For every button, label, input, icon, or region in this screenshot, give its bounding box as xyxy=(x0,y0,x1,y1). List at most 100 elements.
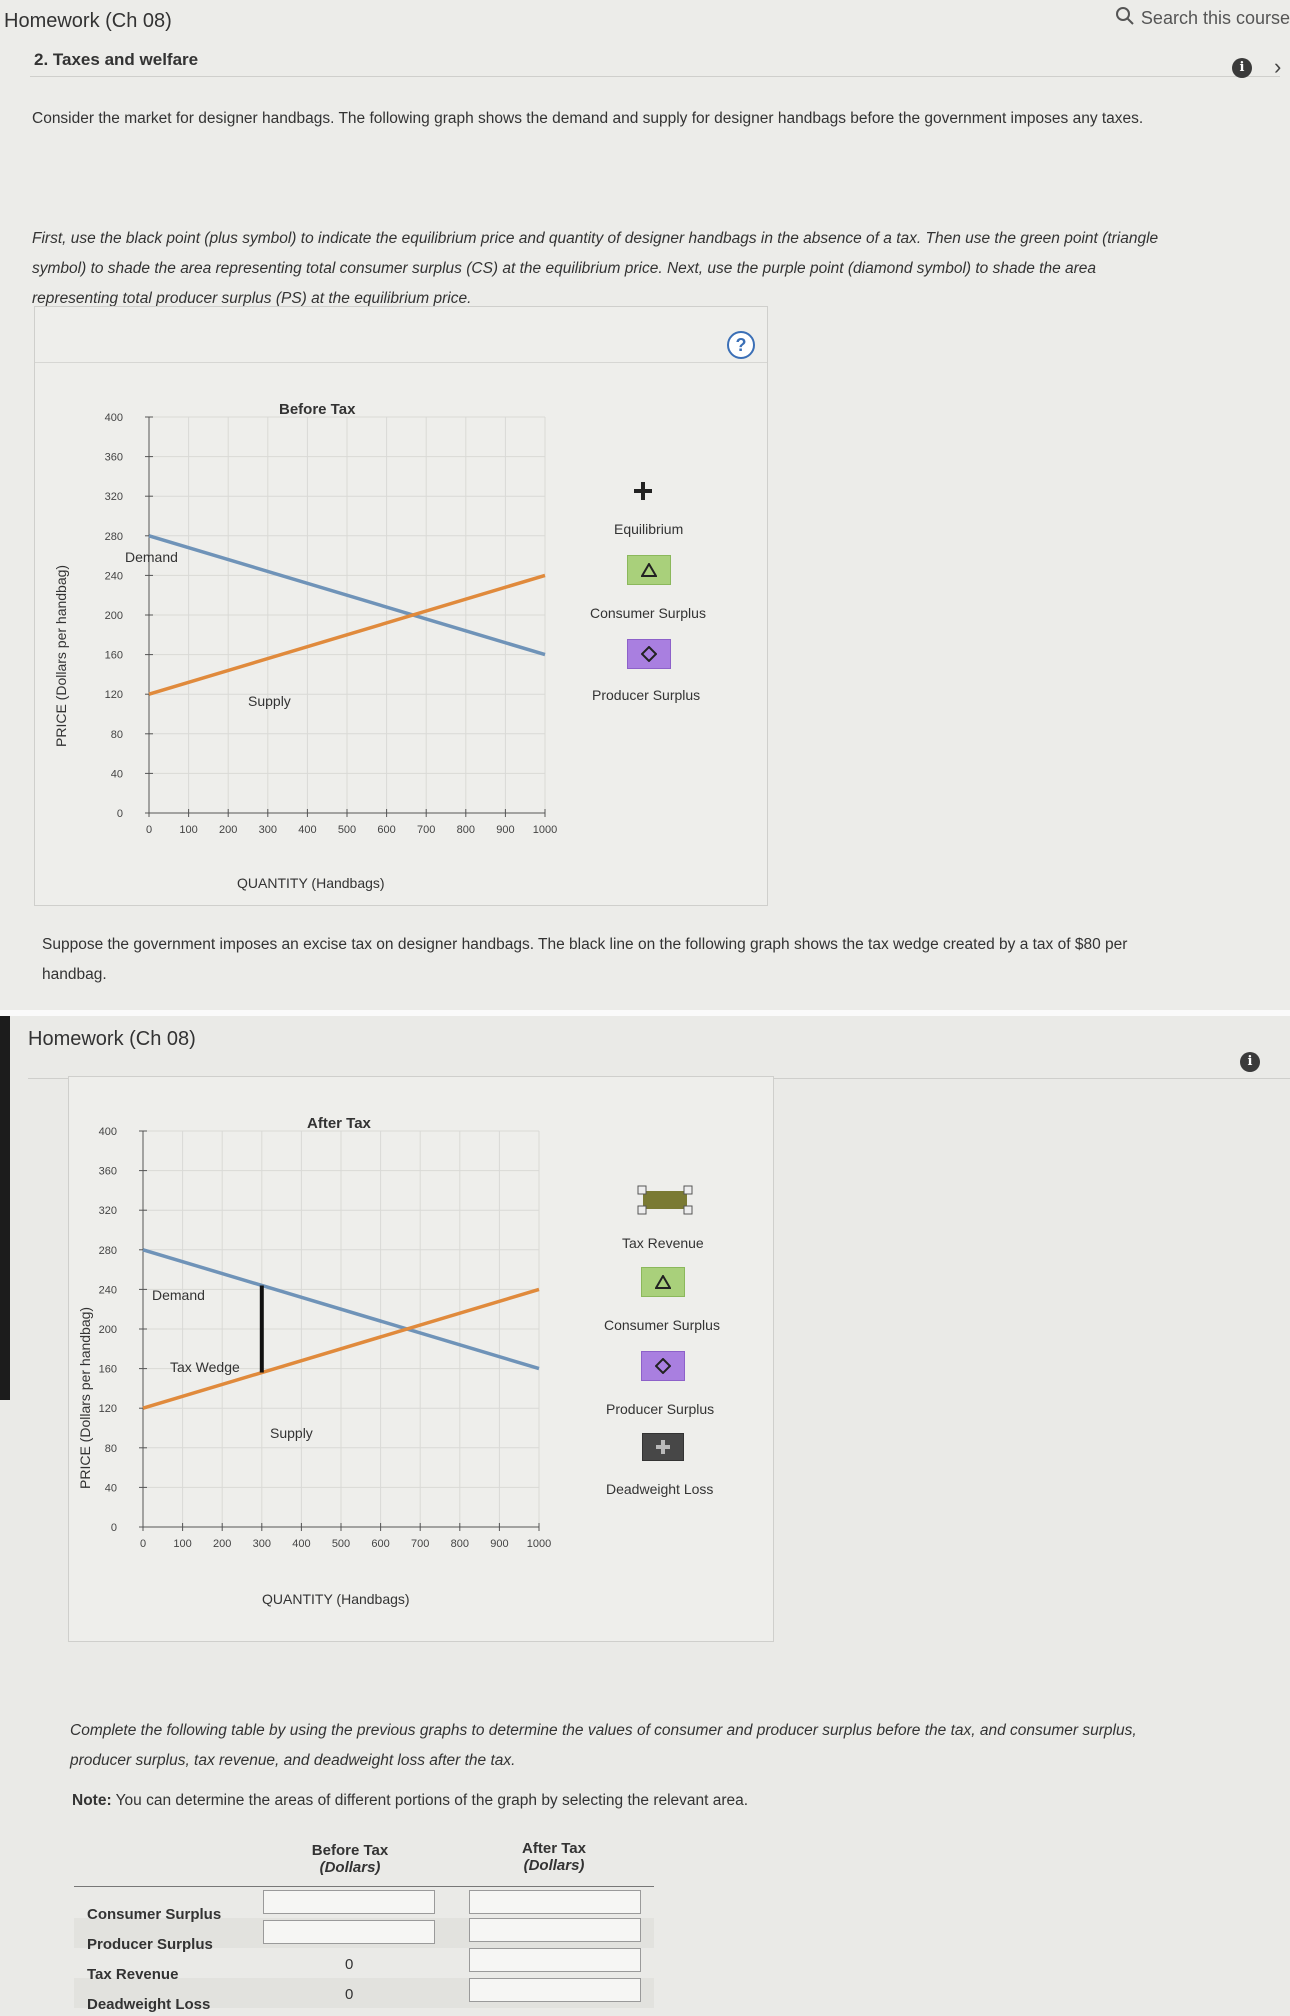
y-tick-label: 200 xyxy=(105,610,123,622)
y-tick-label: 40 xyxy=(105,1482,117,1494)
tax-paragraph: Suppose the government imposes an excise… xyxy=(42,936,1128,983)
ps-before-input[interactable] xyxy=(263,1920,435,1944)
help-icon[interactable]: ? xyxy=(727,331,755,359)
x-tick-label: 100 xyxy=(179,824,197,836)
demand-label-2: Demand xyxy=(152,1287,205,1303)
y-tick-label: 280 xyxy=(105,531,123,543)
y-tick-label: 160 xyxy=(105,650,123,662)
course-title-2: Homework (Ch 08) xyxy=(28,1028,196,1050)
producer-surplus-label: Producer Surplus xyxy=(592,687,701,703)
y-tick-label: 240 xyxy=(99,1284,117,1296)
x-tick-label: 600 xyxy=(371,1538,389,1550)
y-tick-label: 40 xyxy=(111,768,123,780)
y-tick-label: 280 xyxy=(99,1245,117,1257)
row-label-producer-surplus: Producer Surplus xyxy=(87,1936,213,1953)
col-header-before: Before Tax (Dollars) xyxy=(311,1842,389,1876)
intro-paragraph-1: Consider the market for designer handbag… xyxy=(32,110,1144,127)
table-instructions: Complete the following table by using th… xyxy=(70,1722,1137,1769)
chevron-right-icon[interactable]: › xyxy=(1274,54,1281,80)
deadweight-loss-label: Deadweight Loss xyxy=(606,1481,714,1497)
col-header-after: After Tax (Dollars) xyxy=(522,1840,586,1874)
question-title: 2. Taxes and welfare xyxy=(34,50,199,69)
rectangle-handle-icon[interactable] xyxy=(637,1185,693,1215)
x-tick-label: 300 xyxy=(253,1538,271,1550)
x-tick-label: 900 xyxy=(490,1538,508,1550)
row-label-consumer-surplus: Consumer Surplus xyxy=(87,1906,222,1923)
producer-surplus-tool[interactable] xyxy=(627,639,671,669)
x-tick-label: 1000 xyxy=(533,824,557,836)
after-tax-plot[interactable]: 0 100 200 300 400 500 600 700 800 900 1000 0 40 80 120… xyxy=(69,1121,569,1581)
diamond-icon xyxy=(641,646,657,662)
y-tick-label: 320 xyxy=(99,1205,117,1217)
consumer-surplus-tool[interactable] xyxy=(627,555,671,585)
info-icon[interactable]: i xyxy=(1232,58,1252,78)
x-tick-label: 800 xyxy=(451,1538,469,1550)
x-tick-label: 500 xyxy=(338,824,356,836)
search-icon xyxy=(1115,6,1135,31)
tax-revenue-label: Tax Revenue xyxy=(622,1235,704,1251)
deadweight-loss-tool[interactable] xyxy=(642,1433,684,1461)
graph-after-tax-box: After Tax PRICE (Dollars per handbag) QU… xyxy=(68,1076,774,1642)
y-tick-label: 200 xyxy=(99,1324,117,1336)
supply-label-2: Supply xyxy=(270,1425,313,1441)
x-tick-label: 0 xyxy=(140,1538,146,1550)
plus-icon[interactable] xyxy=(631,479,655,503)
x-tick-label: 1000 xyxy=(527,1538,551,1550)
y-tick-label: 0 xyxy=(111,1522,117,1534)
before-tax-plot[interactable]: 0 100 200 300 400 500 600 700 800 900 1000 0 40 80 120… xyxy=(65,407,565,867)
row-label-tax-revenue: Tax Revenue xyxy=(87,1966,179,1983)
info-icon-2[interactable]: i xyxy=(1240,1052,1260,1072)
intro-paragraph-2: First, use the black point (plus symbol)… xyxy=(32,230,1159,307)
x-tick-label: 400 xyxy=(298,824,316,836)
tax-revenue-after-input[interactable] xyxy=(469,1948,641,1972)
x-tick-label: 200 xyxy=(213,1538,231,1550)
supply-label: Supply xyxy=(248,693,291,709)
x-tick-label: 900 xyxy=(496,824,514,836)
y-tick-label: 360 xyxy=(99,1166,117,1178)
question-panel-bottom: Homework (Ch 08) i After Tax PRICE (Doll… xyxy=(0,1016,1290,2016)
x-tick-label: 500 xyxy=(332,1538,350,1550)
graph-toolbar xyxy=(35,307,767,363)
window-edge xyxy=(0,1016,10,1400)
search-placeholder: Search this course xyxy=(1140,8,1290,28)
tax-wedge-label: Tax Wedge xyxy=(170,1359,240,1375)
graph-before-tax-box: ? Before Tax PRICE (Dollars per handbag)… xyxy=(34,306,768,906)
y-tick-label: 80 xyxy=(111,729,123,741)
consumer-surplus-label: Consumer Surplus xyxy=(590,605,706,621)
x-tick-label: 400 xyxy=(292,1538,310,1550)
y-tick-label: 0 xyxy=(117,808,123,820)
x-axis-label: QUANTITY (Handbags) xyxy=(237,875,385,891)
cs-before-input[interactable] xyxy=(263,1890,435,1914)
x-tick-label: 100 xyxy=(173,1538,191,1550)
x-axis-label-2: QUANTITY (Handbags) xyxy=(262,1591,410,1607)
cs-after-input[interactable] xyxy=(469,1890,641,1914)
y-tick-label: 160 xyxy=(99,1364,117,1376)
y-tick-label: 400 xyxy=(105,412,123,424)
x-tick-label: 600 xyxy=(377,824,395,836)
table-header-rule xyxy=(74,1886,654,1887)
consumer-surplus-tool-2[interactable] xyxy=(641,1267,685,1297)
equilibrium-label: Equilibrium xyxy=(614,521,684,537)
x-tick-label: 300 xyxy=(259,824,277,836)
y-tick-label: 400 xyxy=(99,1126,117,1138)
y-tick-label: 80 xyxy=(105,1443,117,1455)
table-note: Note: You can determine the areas of dif… xyxy=(72,1792,749,1809)
diamond-icon xyxy=(655,1358,671,1374)
tax-revenue-before-value: 0 xyxy=(345,1956,354,1973)
x-tick-label: 0 xyxy=(146,824,152,836)
dwl-before-value: 0 xyxy=(345,1986,354,2003)
triangle-icon xyxy=(641,563,657,577)
search-bar[interactable]: Search this course xyxy=(1115,6,1290,31)
demand-label: Demand xyxy=(125,549,178,565)
x-tick-label: 700 xyxy=(411,1538,429,1550)
x-tick-label: 200 xyxy=(219,824,237,836)
y-tick-label: 120 xyxy=(99,1403,117,1415)
plus-icon xyxy=(656,1440,670,1454)
triangle-icon xyxy=(655,1275,671,1289)
y-tick-label: 120 xyxy=(105,689,123,701)
dwl-after-input[interactable] xyxy=(469,1978,641,2002)
ps-after-input[interactable] xyxy=(469,1918,641,1942)
producer-surplus-tool-2[interactable] xyxy=(641,1351,685,1381)
row-label-deadweight-loss: Deadweight Loss xyxy=(87,1996,211,2013)
y-tick-label: 240 xyxy=(105,570,123,582)
